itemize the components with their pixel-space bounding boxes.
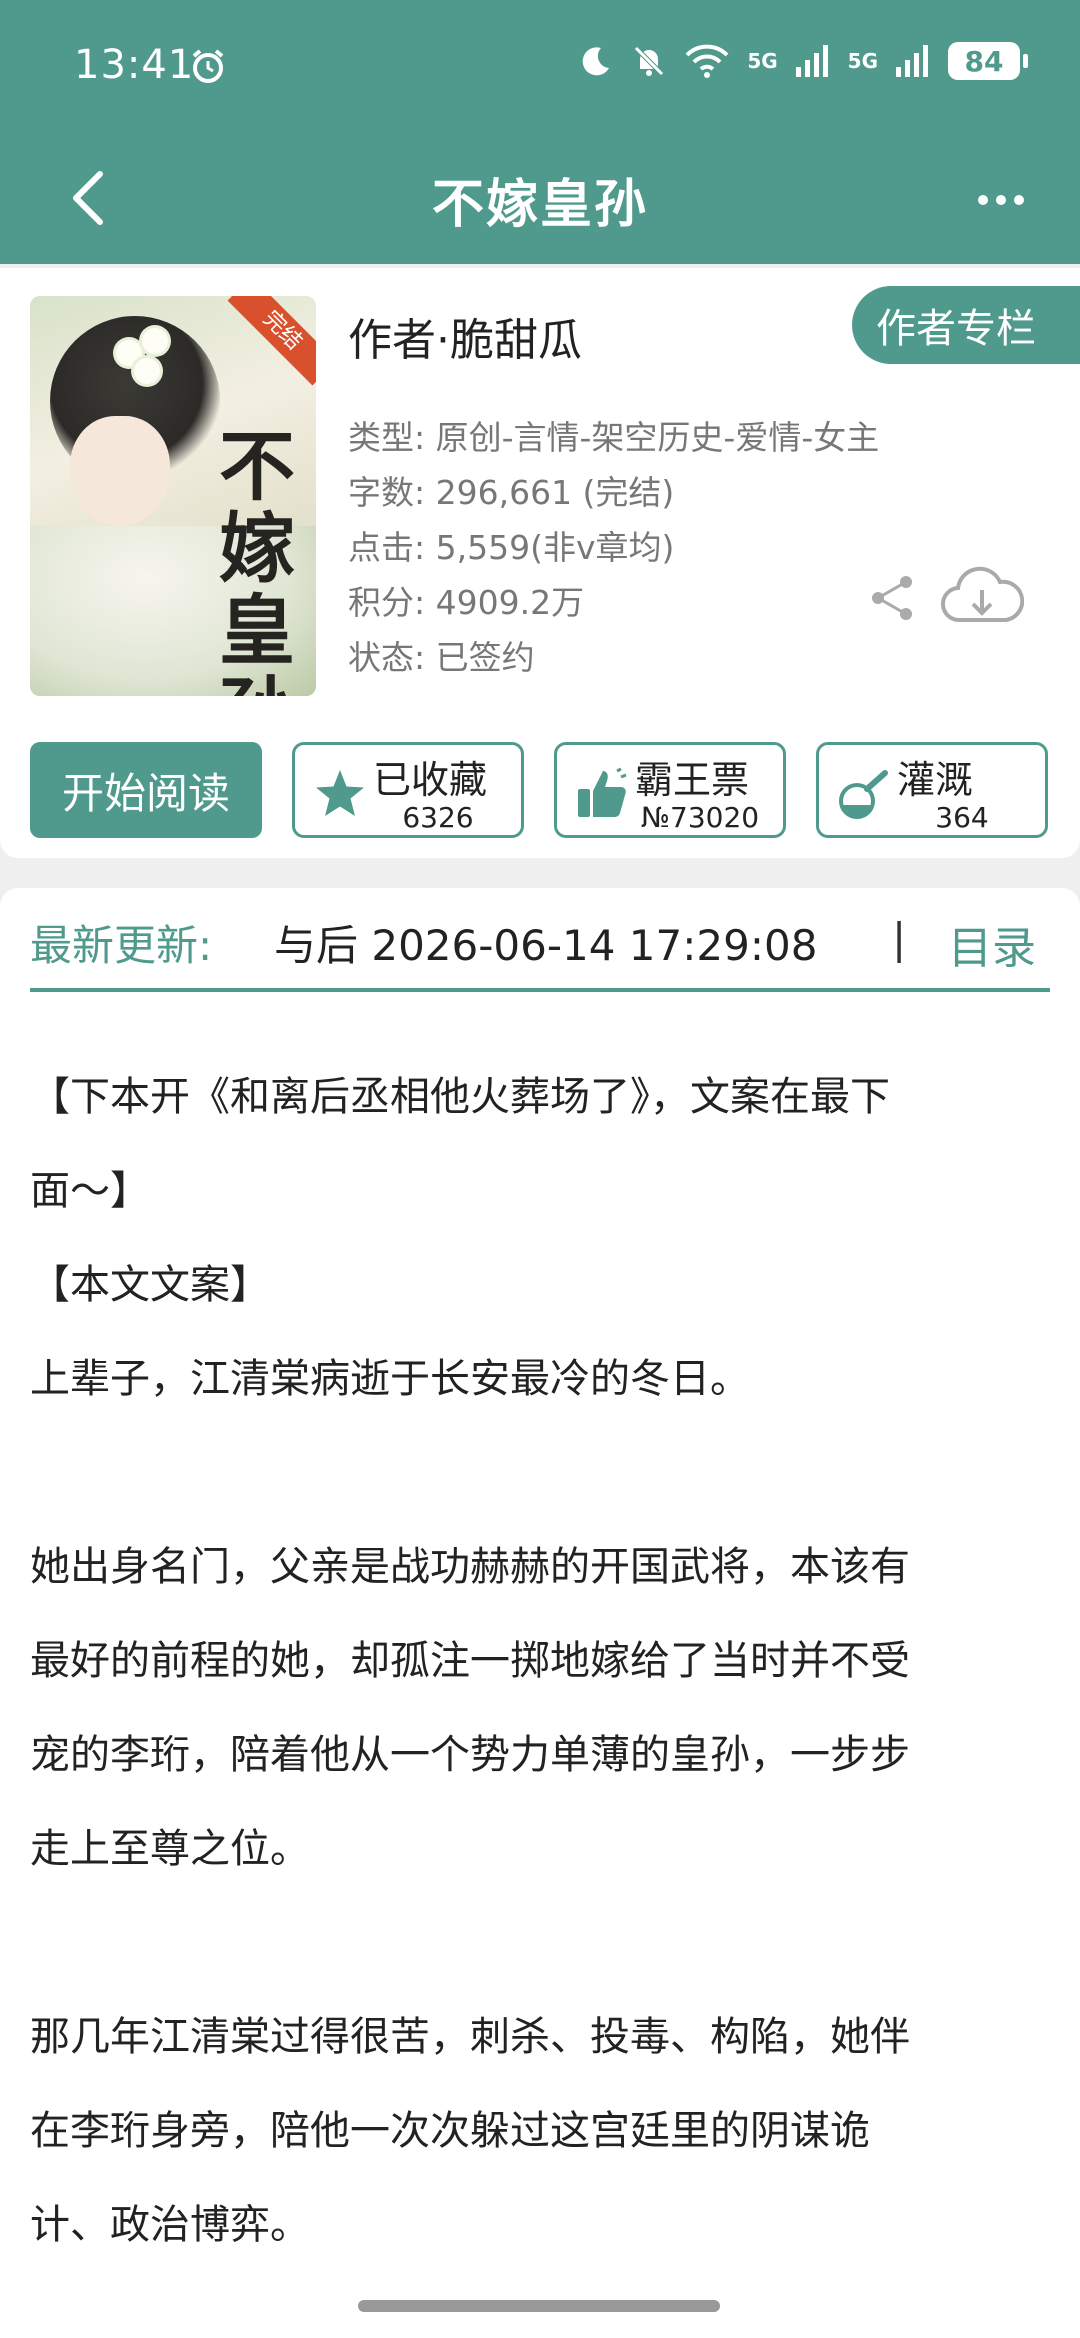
book-cover-image[interactable]: 不嫁皇孙 完结 xyxy=(30,296,316,696)
cover-flower xyxy=(142,328,168,354)
guangai-button[interactable]: 灌溉 364 xyxy=(816,742,1048,838)
synopsis-line: 计、政治博弈。 xyxy=(30,2202,310,2248)
more-options-button[interactable] xyxy=(966,170,1036,230)
home-indicator[interactable] xyxy=(358,2300,720,2312)
synopsis-line: 【本文文案】 xyxy=(30,1262,270,1308)
author-name[interactable]: 作者·脆甜瓜 xyxy=(348,304,582,368)
synopsis-line: 在李珩身旁，陪他一次次躲过这宫廷里的阴谋诡 xyxy=(30,2108,870,2154)
moon-icon xyxy=(583,47,610,76)
wifi-icon xyxy=(685,44,729,78)
synopsis-line xyxy=(30,1426,1050,1520)
status-time: 13:41 xyxy=(74,42,195,88)
synopsis-line: 上辈子，江清棠病逝于长安最冷的冬日。 xyxy=(30,1356,750,1402)
more-dot-icon xyxy=(1014,195,1024,205)
cover-title: 不嫁皇孙 xyxy=(219,422,295,697)
battery-indicator: 84 xyxy=(948,42,1028,80)
update-separator: | xyxy=(892,914,907,963)
update-divider xyxy=(30,988,1050,992)
signal-icon-2 xyxy=(896,45,928,77)
title-bar: 不嫁皇孙 xyxy=(0,140,1080,264)
synopsis-line: 她出身名门，父亲是战功赫赫的开国武将，本该有 xyxy=(30,1544,910,1590)
favorite-label: 已收藏 xyxy=(373,758,488,802)
cover-face xyxy=(70,416,170,526)
synopsis-line: 宠的李珩，陪着他从一个势力单薄的皇孙，一步步 xyxy=(30,1732,910,1778)
app-header: 13:41 5G 5G 84 不嫁皇孙 xyxy=(0,0,1080,264)
book-meta: 类型: 原创-言情-架空历史-爱情-女主 字数: 296,661 (完结) 点击… xyxy=(348,410,879,685)
meta-word-count: 字数: 296,661 (完结) xyxy=(348,473,675,512)
table-of-contents-link[interactable]: 目录 xyxy=(948,912,1036,976)
share-icon[interactable] xyxy=(866,572,918,624)
network-type-1: 5G xyxy=(747,49,778,73)
bawang-label: 霸王票 xyxy=(635,758,750,802)
book-synopsis: 【下本开《和离后丞相他火葬场了》，文案在最下 面～】 【本文文案】 上辈子，江清… xyxy=(30,1050,1050,2272)
synopsis-line: 【下本开《和离后丞相他火葬场了》，文案在最下 xyxy=(30,1074,890,1120)
author-column-button[interactable]: 作者专栏 xyxy=(852,286,1080,364)
page-title: 不嫁皇孙 xyxy=(431,175,648,235)
status-bar: 13:41 5G 5G 84 xyxy=(0,0,1080,140)
meta-score: 积分: 4909.2万 xyxy=(348,583,585,622)
network-type-2: 5G xyxy=(847,49,878,73)
mute-bell-icon xyxy=(634,46,665,76)
latest-update-text[interactable]: 与后 2026-06-14 17:29:08 xyxy=(274,912,817,973)
guangai-label: 灌溉 xyxy=(897,758,974,802)
synopsis-line: 那几年江清棠过得很苦，刺杀、投毒、构陷，她伴 xyxy=(30,2014,910,2060)
more-dot-icon xyxy=(996,195,1006,205)
meta-genre: 类型: 原创-言情-架空历史-爱情-女主 xyxy=(348,418,880,457)
latest-update-label: 最新更新: xyxy=(30,921,213,970)
cover-flower xyxy=(134,358,160,384)
guangai-count: 364 xyxy=(935,801,989,834)
bawang-ticket-button[interactable]: 霸王票 №73020 xyxy=(554,742,786,838)
meta-status: 状态: 已签约 xyxy=(348,638,535,677)
favorite-button[interactable]: 已收藏 6326 xyxy=(292,742,524,838)
status-icons: 5G 5G 84 xyxy=(579,42,1028,80)
start-reading-button[interactable]: 开始阅读 xyxy=(30,742,262,838)
more-dot-icon xyxy=(978,195,988,205)
synopsis-line xyxy=(30,1896,1050,1990)
synopsis-line: 最好的前程的她，却孤注一掷地嫁给了当时并不受 xyxy=(30,1638,910,1684)
bawang-count: №73020 xyxy=(640,801,760,834)
synopsis-line: 走上至尊之位。 xyxy=(30,1826,310,1872)
synopsis-line: 面～】 xyxy=(30,1168,150,1214)
signal-icon-1 xyxy=(795,45,828,77)
cloud-download-icon[interactable] xyxy=(940,566,1024,630)
cover-complete-badge: 完结 xyxy=(227,296,316,386)
alarm-icon xyxy=(192,49,224,83)
meta-clicks: 点击: 5,559(非v章均) xyxy=(348,528,675,567)
favorite-count: 6326 xyxy=(402,801,474,834)
